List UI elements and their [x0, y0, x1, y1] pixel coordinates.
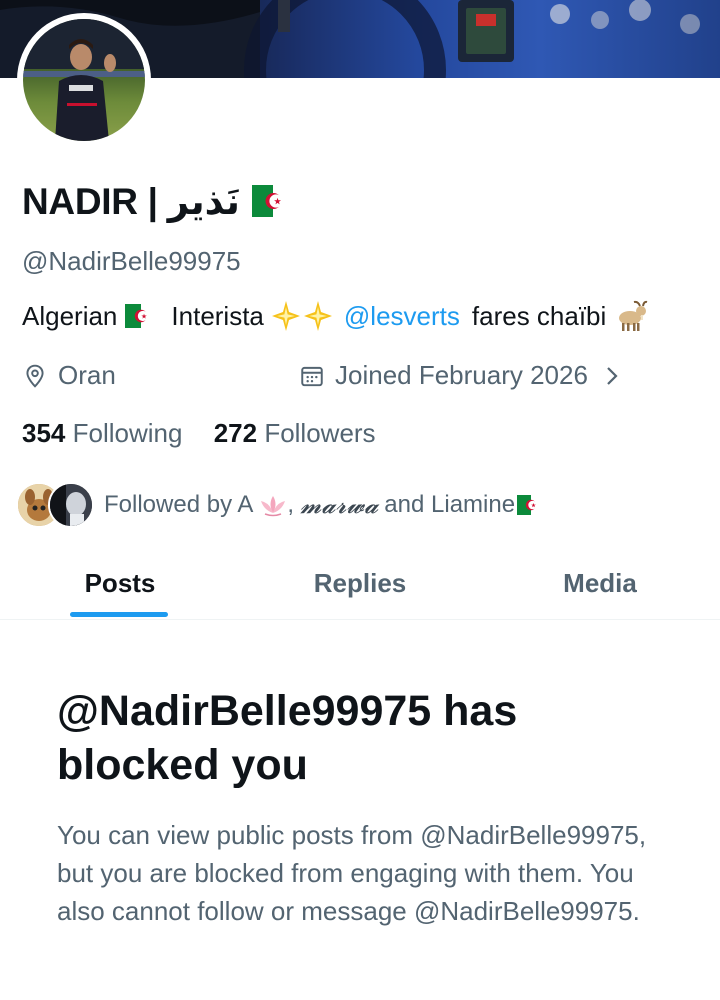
tab-posts[interactable]: Posts	[0, 548, 240, 619]
algeria-flag-icon	[125, 304, 158, 328]
followed-by-text: Followed by A	[104, 491, 254, 518]
goat-icon	[614, 300, 648, 332]
algeria-flag-icon	[251, 185, 295, 217]
tab-media[interactable]: Media	[480, 548, 720, 619]
followed-by-row[interactable]: Followed by A , 𝓶𝓪𝓻𝔀𝓪 and Liamine	[16, 482, 546, 528]
bio-text: fares chaïbi	[471, 300, 607, 331]
profile-bio: Algerian Interista @lesverts fares chaïb…	[22, 300, 648, 332]
chevron-right-icon[interactable]	[602, 363, 624, 389]
tab-replies[interactable]: Replies	[240, 548, 480, 619]
profile-counts: 354 Following 272 Followers	[22, 418, 376, 449]
algeria-flag-icon	[517, 495, 546, 515]
bio-text: Algerian	[22, 300, 118, 331]
followed-by-text: and Liamine	[384, 491, 516, 518]
follower-avatar	[48, 482, 94, 528]
avatar-image	[23, 19, 145, 141]
profile-tabs: Posts Replies Media	[0, 548, 720, 620]
following-count: 354	[22, 418, 66, 448]
joined-text: Joined February 2026	[335, 360, 588, 390]
followers-link[interactable]: 272 Followers	[214, 418, 376, 448]
location-text: Oran	[58, 360, 116, 390]
followers-label: Followers	[264, 418, 376, 448]
blocked-message: You can view public posts from @NadirBel…	[57, 820, 647, 926]
lotus-icon	[259, 493, 287, 517]
location-pin-icon	[22, 363, 48, 389]
profile-name-row: NADIR | نَذير	[22, 178, 295, 224]
calendar-icon	[299, 363, 325, 389]
profile-joined[interactable]: Joined February 2026	[299, 360, 624, 391]
profile-handle: @NadirBelle99975	[22, 246, 241, 276]
following-label: Following	[72, 418, 183, 448]
bio-mention-link[interactable]: @lesverts	[344, 301, 460, 332]
display-name: NADIR | نَذير	[22, 180, 240, 222]
following-link[interactable]: 354 Following	[22, 418, 190, 448]
followed-by-name: 𝓶𝓪𝓻𝔀𝓪	[300, 491, 379, 519]
followers-count: 272	[213, 418, 258, 448]
blocked-title: @NadirBelle99975 has blocked you	[57, 687, 518, 789]
active-tab-indicator	[70, 612, 168, 617]
profile-avatar[interactable]	[17, 13, 151, 147]
sparkles-icon	[270, 300, 334, 332]
profile-location: Oran	[22, 360, 116, 391]
bio-text: Interista	[171, 300, 264, 331]
